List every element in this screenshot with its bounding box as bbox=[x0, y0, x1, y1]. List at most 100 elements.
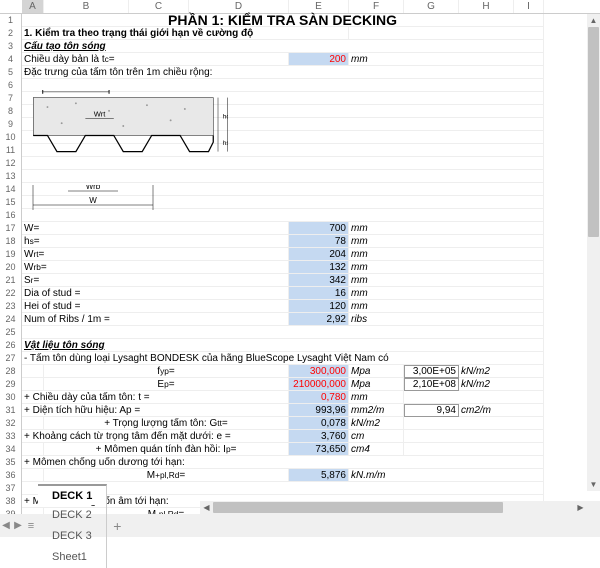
scroll-thumb[interactable] bbox=[213, 502, 503, 513]
row-header[interactable]: 9 bbox=[0, 118, 22, 131]
col-header-I[interactable]: I bbox=[514, 0, 544, 13]
row-header[interactable]: 13 bbox=[0, 170, 22, 183]
row-header[interactable]: 28 bbox=[0, 365, 22, 378]
value-cell[interactable]: 993,96 bbox=[289, 404, 349, 417]
value-cell[interactable]: 342 bbox=[289, 274, 349, 287]
row-header[interactable]: 12 bbox=[0, 157, 22, 170]
row-header[interactable]: 38 bbox=[0, 495, 22, 508]
col-header-B[interactable]: B bbox=[44, 0, 129, 13]
scroll-thumb[interactable] bbox=[588, 27, 599, 237]
label: W= bbox=[22, 222, 289, 235]
row-header[interactable]: 33 bbox=[0, 430, 22, 443]
row-header[interactable]: 11 bbox=[0, 144, 22, 157]
row-header[interactable]: 27 bbox=[0, 352, 22, 365]
label: Đặc trưng của tấm tôn trên 1m chiều rộng… bbox=[22, 66, 544, 79]
spreadsheet-grid[interactable]: A B C D E F G H I 1 PHẦN 1: KIỂM TRA SÀN… bbox=[0, 0, 600, 514]
row-header[interactable]: 36 bbox=[0, 469, 22, 482]
row-header[interactable]: 32 bbox=[0, 417, 22, 430]
sheet-tab[interactable]: DECK 2 bbox=[38, 505, 107, 526]
row-header[interactable]: 18 bbox=[0, 235, 22, 248]
rows: 1 PHẦN 1: KIỂM TRA SÀN DECKING 2 1. Kiểm… bbox=[0, 14, 600, 514]
value-cell[interactable]: 120 bbox=[289, 300, 349, 313]
value-cell[interactable]: 16 bbox=[289, 287, 349, 300]
label: Ep = bbox=[44, 378, 289, 391]
row-header[interactable]: 35 bbox=[0, 456, 22, 469]
scroll-right-button[interactable]: ▶ bbox=[574, 501, 587, 514]
tab-nav-prev[interactable]: ◀ bbox=[0, 514, 12, 537]
scroll-down-button[interactable]: ▼ bbox=[587, 478, 600, 491]
row-header[interactable]: 4 bbox=[0, 53, 22, 66]
row-header[interactable]: 22 bbox=[0, 287, 22, 300]
value-cell[interactable]: 210000,000 bbox=[289, 378, 349, 391]
value-cell[interactable]: 0,780 bbox=[289, 391, 349, 404]
row-header[interactable]: 5 bbox=[0, 66, 22, 79]
row-header[interactable]: 2 bbox=[0, 27, 22, 40]
row-header[interactable]: 24 bbox=[0, 313, 22, 326]
row-header[interactable]: 29 bbox=[0, 378, 22, 391]
row-header[interactable]: 6 bbox=[0, 79, 22, 92]
value-cell[interactable]: 200 bbox=[289, 53, 349, 66]
row-header[interactable]: 21 bbox=[0, 274, 22, 287]
value-cell[interactable]: 9,94 bbox=[404, 404, 459, 417]
vertical-scrollbar[interactable]: ▲ ▼ bbox=[587, 14, 600, 491]
value-cell[interactable]: 2,92 bbox=[289, 313, 349, 326]
unit: mm bbox=[349, 53, 544, 66]
row-header[interactable]: 17 bbox=[0, 222, 22, 235]
label: Hei of stud = bbox=[22, 300, 289, 313]
value-cell[interactable]: 300,000 bbox=[289, 365, 349, 378]
sheet-tab-bar: ◀ ▶ ≡ DECK 1DECK 2DECK 3Sheet1 + bbox=[0, 514, 600, 537]
row-header[interactable]: 30 bbox=[0, 391, 22, 404]
label: Dia of stud = bbox=[22, 287, 289, 300]
row-header[interactable]: 7 bbox=[0, 92, 22, 105]
col-header-G[interactable]: G bbox=[404, 0, 459, 13]
label: hs= bbox=[22, 235, 289, 248]
row-header[interactable]: 1 bbox=[0, 14, 22, 27]
label: Chiều dày bản là tc = bbox=[22, 53, 289, 66]
label: M+pl,Rd = bbox=[44, 469, 289, 482]
sheet-tab[interactable]: Sheet1 bbox=[38, 547, 107, 568]
row-header[interactable]: 14 bbox=[0, 183, 22, 196]
value-cell[interactable]: 3,760 bbox=[289, 430, 349, 443]
value-cell[interactable]: 204 bbox=[289, 248, 349, 261]
row-header[interactable]: 16 bbox=[0, 209, 22, 222]
value-cell[interactable]: 5,876 bbox=[289, 469, 349, 482]
sheet-tab[interactable]: DECK 3 bbox=[38, 526, 107, 547]
value-cell[interactable]: 0,078 bbox=[289, 417, 349, 430]
row-header[interactable]: 25 bbox=[0, 326, 22, 339]
row-header[interactable]: 34 bbox=[0, 443, 22, 456]
unit: mm2/m bbox=[349, 404, 404, 417]
row-header[interactable]: 26 bbox=[0, 339, 22, 352]
value-cell[interactable]: 78 bbox=[289, 235, 349, 248]
row-header[interactable]: 15 bbox=[0, 196, 22, 209]
label: + Trọng lượng tấm tôn: Gtt = bbox=[44, 417, 289, 430]
value-cell[interactable]: 132 bbox=[289, 261, 349, 274]
value-cell[interactable]: 700 bbox=[289, 222, 349, 235]
label: Wrb= bbox=[22, 261, 289, 274]
row-header[interactable]: 19 bbox=[0, 248, 22, 261]
value-cell[interactable]: 73,650 bbox=[289, 443, 349, 456]
unit: kN/m2 bbox=[349, 417, 404, 430]
unit: mm bbox=[349, 248, 544, 261]
row-header[interactable]: 23 bbox=[0, 300, 22, 313]
value-cell[interactable]: 2,10E+08 bbox=[404, 378, 459, 391]
svg-text:Wrb: Wrb bbox=[86, 185, 101, 191]
scroll-left-button[interactable]: ◀ bbox=[200, 501, 213, 514]
row-header[interactable]: 8 bbox=[0, 105, 22, 118]
sheet-tab[interactable]: DECK 1 bbox=[38, 484, 107, 505]
tab-menu-icon[interactable]: ≡ bbox=[24, 514, 38, 537]
row-header[interactable]: 20 bbox=[0, 261, 22, 274]
col-header-H[interactable]: H bbox=[459, 0, 514, 13]
unit: mm bbox=[349, 235, 544, 248]
row-header[interactable]: 37 bbox=[0, 482, 22, 495]
scroll-up-button[interactable]: ▲ bbox=[587, 14, 600, 27]
value-cell[interactable]: 3,00E+05 bbox=[404, 365, 459, 378]
row-header[interactable]: 3 bbox=[0, 40, 22, 53]
col-header-A[interactable]: A bbox=[22, 0, 44, 13]
tab-nav-next[interactable]: ▶ bbox=[12, 514, 24, 537]
label: fyp = bbox=[44, 365, 289, 378]
horizontal-scrollbar[interactable]: ◀ ▶ bbox=[200, 501, 587, 514]
add-sheet-button[interactable]: + bbox=[107, 518, 127, 534]
label: Wrt= bbox=[22, 248, 289, 261]
row-header[interactable]: 31 bbox=[0, 404, 22, 417]
row-header[interactable]: 10 bbox=[0, 131, 22, 144]
